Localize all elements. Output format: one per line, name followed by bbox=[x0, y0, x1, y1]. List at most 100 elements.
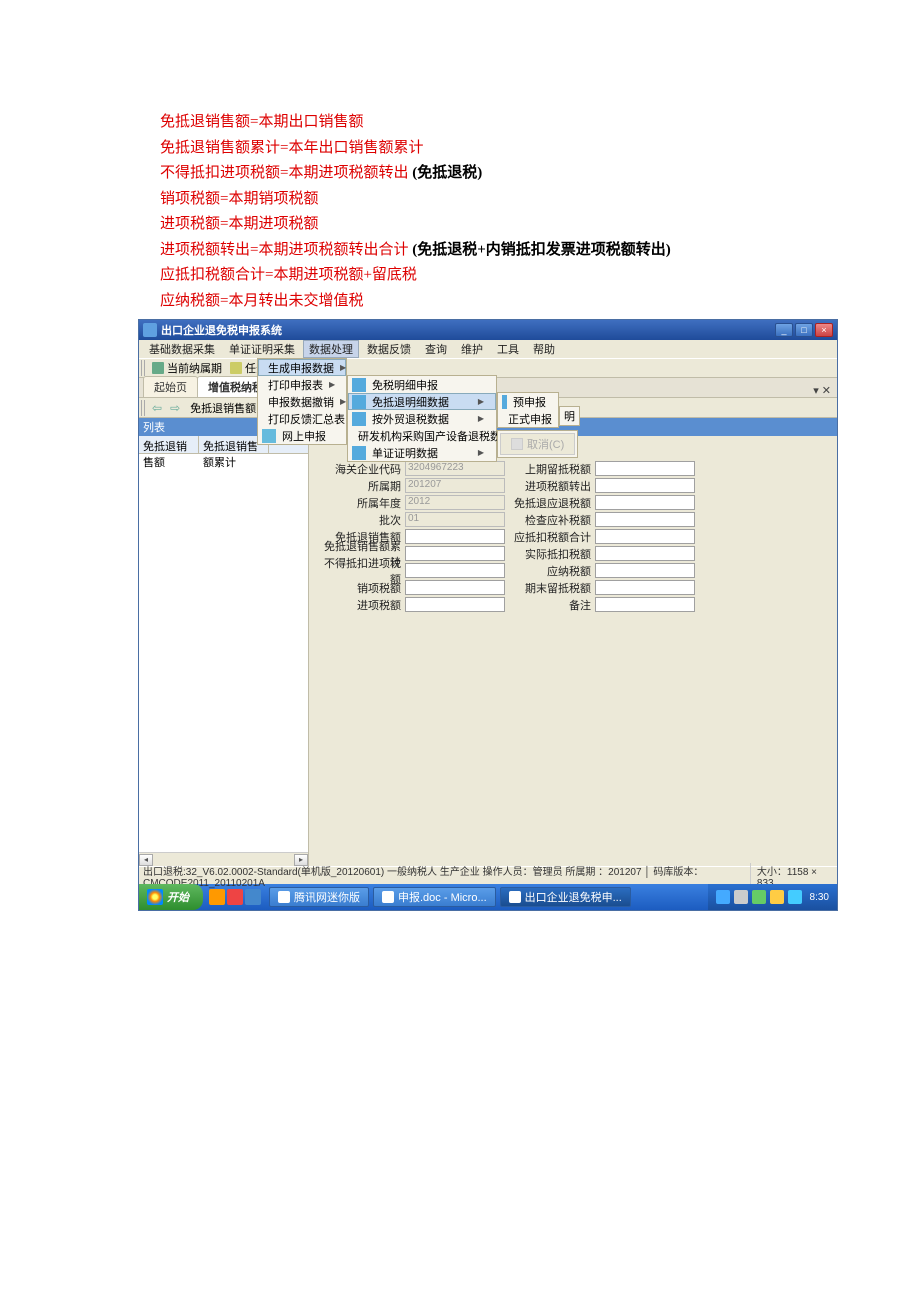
maximize-button[interactable]: □ bbox=[795, 323, 813, 337]
field-input[interactable] bbox=[595, 461, 695, 476]
window-title: 出口企业退免税申报系统 bbox=[161, 322, 775, 338]
dd2-item-4[interactable]: 单证证明数据▶ bbox=[348, 444, 496, 461]
field-input[interactable] bbox=[595, 580, 695, 595]
menu-0[interactable]: 基础数据采集 bbox=[143, 340, 221, 358]
dd2-item-0[interactable]: 免税明细申报 bbox=[348, 376, 496, 393]
dd1-item-3[interactable]: 打印反馈汇总表 bbox=[258, 410, 346, 427]
taskbar-item-1[interactable]: 申报.doc - Micro... bbox=[373, 887, 496, 907]
field-input[interactable] bbox=[595, 478, 695, 493]
menu-item-label: 免税明细申报 bbox=[372, 377, 438, 393]
menu-6[interactable]: 工具 bbox=[491, 340, 525, 358]
toolbar-period[interactable]: 当前纳属期 bbox=[148, 359, 226, 377]
submenu-arrow-icon: ▶ bbox=[329, 380, 335, 389]
dd1-item-4[interactable]: 网上申报 bbox=[258, 427, 346, 444]
scroll-right-icon[interactable]: ▸ bbox=[294, 854, 308, 866]
task-app-icon bbox=[382, 891, 394, 903]
field-input[interactable] bbox=[595, 512, 695, 527]
field-input[interactable] bbox=[595, 495, 695, 510]
dd1-item-0[interactable]: 生成申报数据▶ bbox=[258, 359, 346, 376]
menu-item-label: 单证证明数据 bbox=[372, 445, 438, 461]
submenu-arrow-icon: ▶ bbox=[340, 397, 346, 406]
status-bar: 出口退税:32_V6.02.0002-Standard(单机版_20120601… bbox=[139, 866, 837, 884]
nav-back-icon[interactable]: ⇦ bbox=[148, 401, 166, 415]
form-area: 当前数据状态：无 海关企业代码3204967223所属期201207所属年度20… bbox=[309, 436, 837, 866]
field-label: 备注 bbox=[505, 597, 595, 613]
field-input: 01 bbox=[405, 512, 505, 527]
menu-item-label: 正式申报 bbox=[508, 411, 552, 427]
menu-item-icon bbox=[352, 446, 366, 460]
left-list: 免抵退销售额免抵退销售额累计 ◂ ▸ bbox=[139, 436, 309, 866]
task-label: 申报.doc - Micro... bbox=[398, 889, 487, 905]
ql-icon-1[interactable] bbox=[209, 889, 225, 905]
menu-1[interactable]: 单证证明采集 bbox=[223, 340, 301, 358]
dropdown-menu-1: 生成申报数据▶打印申报表▶申报数据撤销▶打印反馈汇总表网上申报 bbox=[257, 358, 347, 445]
tray-icon-1[interactable] bbox=[716, 890, 730, 904]
menu-item-icon bbox=[352, 378, 366, 392]
status-left: 出口退税:32_V6.02.0002-Standard(单机版_20120601… bbox=[143, 863, 750, 889]
menu-4[interactable]: 查询 bbox=[419, 340, 453, 358]
tab-controls[interactable]: ▾ ✕ bbox=[807, 384, 837, 397]
menu-7[interactable]: 帮助 bbox=[527, 340, 561, 358]
taskbar-item-2[interactable]: 出口企业退免税申... bbox=[500, 887, 631, 907]
tray-icon-3[interactable] bbox=[752, 890, 766, 904]
ql-icon-2[interactable] bbox=[227, 889, 243, 905]
field-input: 2012 bbox=[405, 495, 505, 510]
minimize-button[interactable]: _ bbox=[775, 323, 793, 337]
dd2-item-1[interactable]: 免抵退明细数据▶ bbox=[348, 393, 496, 410]
system-tray: 8:30 bbox=[708, 884, 837, 910]
h-scrollbar[interactable]: ◂ ▸ bbox=[139, 852, 308, 866]
start-button[interactable]: 开始 bbox=[139, 884, 203, 910]
field-label: 进项税额 bbox=[315, 597, 405, 613]
dropdown-menu-2: 免税明细申报免抵退明细数据▶按外贸退税数据▶研发机构采购国产设备退税数据▶单证证… bbox=[347, 375, 497, 462]
menu-2[interactable]: 数据处理 bbox=[303, 340, 359, 358]
menu-item-icon bbox=[352, 395, 366, 409]
field-input[interactable] bbox=[405, 580, 505, 595]
cancel-label: 取消(C) bbox=[527, 436, 564, 452]
field-input[interactable] bbox=[405, 529, 505, 544]
cancel-icon bbox=[511, 438, 523, 450]
ql-icon-3[interactable] bbox=[245, 889, 261, 905]
menu-item-label: 按外贸退税数据 bbox=[372, 411, 449, 427]
dd2-item-2[interactable]: 按外贸退税数据▶ bbox=[348, 410, 496, 427]
submenu-arrow-icon: ▶ bbox=[340, 363, 346, 372]
taskbar-item-0[interactable]: 腾讯网迷你版 bbox=[269, 887, 369, 907]
menu-3[interactable]: 数据反馈 bbox=[361, 340, 417, 358]
menu-5[interactable]: 维护 bbox=[455, 340, 489, 358]
cancel-button-area: 取消(C) bbox=[497, 430, 578, 458]
field-input[interactable] bbox=[595, 529, 695, 544]
field-label: 所属年度 bbox=[315, 495, 405, 511]
dd1-item-1[interactable]: 打印申报表▶ bbox=[258, 376, 346, 393]
nav-grip bbox=[141, 400, 146, 416]
menu-item-label: 打印反馈汇总表 bbox=[268, 411, 345, 427]
field-input[interactable] bbox=[405, 597, 505, 612]
scroll-left-icon[interactable]: ◂ bbox=[139, 854, 153, 866]
field-input[interactable] bbox=[595, 546, 695, 561]
field-input[interactable] bbox=[405, 546, 505, 561]
list-col-0[interactable]: 免抵退销售额 bbox=[139, 436, 199, 453]
clock: 8:30 bbox=[806, 892, 829, 903]
field-input[interactable] bbox=[405, 563, 505, 578]
field-label: 销项税额 bbox=[315, 580, 405, 596]
tab-start[interactable]: 起始页 bbox=[143, 376, 198, 397]
submenu-arrow-icon: ▶ bbox=[478, 397, 484, 406]
dd1-item-2[interactable]: 申报数据撤销▶ bbox=[258, 393, 346, 410]
close-button[interactable]: × bbox=[815, 323, 833, 337]
dd2-item-3[interactable]: 研发机构采购国产设备退税数据▶ bbox=[348, 427, 496, 444]
tray-icon-5[interactable] bbox=[788, 890, 802, 904]
field-input[interactable] bbox=[595, 597, 695, 612]
field-input[interactable] bbox=[595, 563, 695, 578]
menu-item-icon bbox=[262, 429, 276, 443]
field-input: 201207 bbox=[405, 478, 505, 493]
dd3-item-0[interactable]: 预申报 bbox=[498, 393, 558, 410]
title-bar: 出口企业退免税申报系统 _ □ × bbox=[139, 320, 837, 340]
field-label: 免抵退应退税额 bbox=[505, 495, 595, 511]
task-label: 出口企业退免税申... bbox=[525, 889, 622, 905]
toolbar-grip bbox=[141, 360, 146, 376]
app-icon bbox=[143, 323, 157, 337]
tray-icon-2[interactable] bbox=[734, 890, 748, 904]
tray-icon-4[interactable] bbox=[770, 890, 784, 904]
nav-fwd-icon[interactable]: ⇨ bbox=[166, 401, 184, 415]
menu-item-icon bbox=[352, 412, 366, 426]
dd3-item-1[interactable]: 正式申报 bbox=[498, 410, 558, 427]
field-label: 检查应补税额 bbox=[505, 512, 595, 528]
